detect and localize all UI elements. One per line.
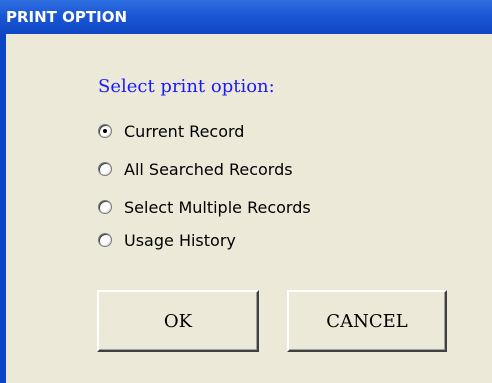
radio-option-current-record[interactable]: Current Record [98,119,244,143]
radio-option-select-multiple-records[interactable]: Select Multiple Records [98,195,311,219]
radio-label-usage-history[interactable]: Usage History [124,231,236,250]
radio-selected-dot [103,129,107,133]
radio-label-select-multiple-records[interactable]: Select Multiple Records [124,198,311,217]
radio-label-current-record[interactable]: Current Record [124,122,244,141]
radio-option-usage-history[interactable]: Usage History [98,228,236,252]
window-title: PRINT OPTION [6,8,127,26]
radio-button-all-searched-records[interactable] [98,162,112,176]
radio-label-all-searched-records[interactable]: All Searched Records [124,160,293,179]
print-option-prompt: Select print option: [98,76,275,97]
window-left-border [0,34,6,383]
radio-button-current-record[interactable] [98,124,112,138]
cancel-button[interactable]: CANCEL [287,290,447,352]
radio-button-usage-history[interactable] [98,233,112,247]
title-bar[interactable]: PRINT OPTION [0,0,492,34]
radio-button-select-multiple-records[interactable] [98,200,112,214]
ok-button[interactable]: OK [97,290,259,352]
radio-option-all-searched-records[interactable]: All Searched Records [98,157,293,181]
print-option-dialog: PRINT OPTION Select print option: Curren… [0,0,492,383]
